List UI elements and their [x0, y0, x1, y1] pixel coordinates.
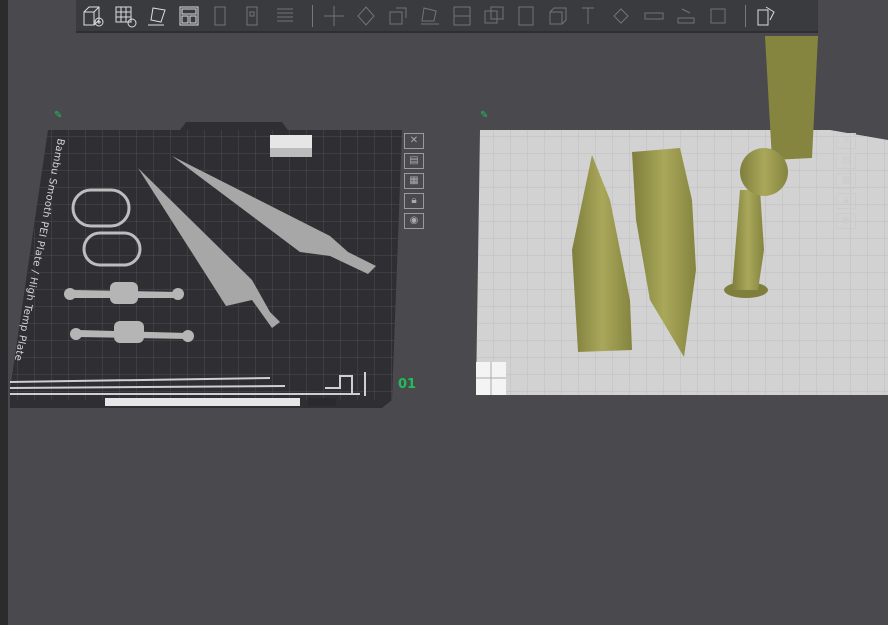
eye-icon[interactable]: ◉ [836, 213, 856, 229]
hilt-part-tall[interactable] [765, 36, 818, 160]
close-icon[interactable]: ✕ [404, 133, 424, 149]
plate-name-edit-icon[interactable]: ✎ [480, 110, 488, 121]
plate-01-controls: ✕ ▤ ▦ 🔒︎ ◉ [404, 133, 424, 229]
arrange-icon[interactable]: ▤ [836, 153, 856, 169]
plate-01[interactable]: Bambu Smooth PEI Plate / High Temp Plate [9, 122, 402, 408]
lock-icon[interactable]: 🔒︎ [404, 193, 424, 209]
close-icon[interactable]: ✕ [836, 133, 856, 149]
orient-icon[interactable]: ▦ [836, 173, 856, 189]
plate-02[interactable] [476, 36, 888, 395]
orient-icon[interactable]: ▦ [404, 173, 424, 189]
plate-name-edit-icon[interactable]: ✎ [54, 110, 62, 121]
arrange-icon[interactable]: ▤ [404, 153, 424, 169]
plate-02-controls: ✕ ▤ ▦ 🔒︎ ◉ [836, 133, 856, 229]
3d-viewport[interactable]: Bambu Smooth PEI Plate / High Temp Plate [0, 0, 888, 625]
lock-icon[interactable]: 🔒︎ [836, 193, 856, 209]
eye-icon[interactable]: ◉ [404, 213, 424, 229]
plate-number: 01 [398, 377, 417, 392]
